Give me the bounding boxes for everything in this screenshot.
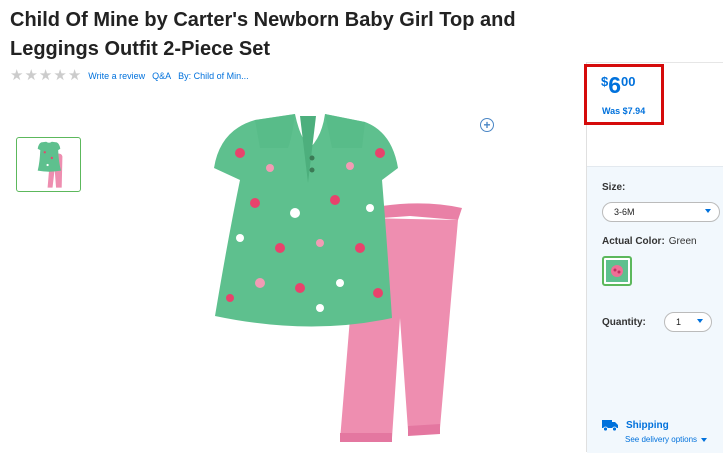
- size-label: Size:: [602, 182, 626, 193]
- product-thumbnail[interactable]: [16, 137, 81, 192]
- brand-byline: By: Child of Min...: [178, 71, 249, 81]
- chevron-down-icon: [697, 319, 703, 323]
- color-swatch-green[interactable]: [602, 256, 632, 286]
- color-label: Actual Color:: [602, 236, 665, 247]
- quantity-select-value: 1: [676, 317, 682, 327]
- was-price: Was $7.94: [602, 106, 646, 116]
- star-icon: ★: [24, 67, 38, 84]
- top-illustration: [214, 114, 398, 327]
- star-icon: ★: [10, 67, 24, 84]
- qa-link[interactable]: Q&A: [152, 71, 171, 81]
- currency-symbol: $: [601, 74, 609, 89]
- current-price: $ 6 00: [601, 72, 636, 98]
- delivery-options-text: See delivery options: [625, 435, 698, 444]
- product-meta-row: ★ ★ ★ ★ ★ Write a review Q&A By: Child o…: [10, 67, 249, 84]
- quantity-label: Quantity:: [602, 317, 646, 328]
- product-title: Child Of Mine by Carter's Newborn Baby G…: [10, 9, 516, 60]
- quantity-select[interactable]: 1: [664, 312, 712, 332]
- star-icon: ★: [38, 67, 53, 84]
- color-value: Green: [668, 236, 697, 247]
- star-icon: ★: [67, 67, 82, 84]
- delivery-options-link[interactable]: See delivery options: [625, 435, 708, 444]
- shipping-label: Shipping: [626, 420, 669, 431]
- size-select-value: 3-6M: [614, 207, 635, 217]
- star-rating[interactable]: ★ ★ ★ ★ ★: [10, 67, 82, 84]
- chevron-down-icon: [701, 437, 708, 442]
- color-label-row: Actual Color: Green: [602, 236, 697, 247]
- price-dollars: 6: [608, 72, 622, 98]
- truck-icon: [602, 420, 618, 431]
- price-cents: 00: [621, 74, 636, 89]
- thumbnail-image: [37, 141, 62, 188]
- shipping-row: Shipping: [602, 420, 669, 431]
- zoom-in-plus-icon[interactable]: +: [480, 118, 494, 132]
- brand-link[interactable]: By: Child of Min...: [178, 71, 249, 81]
- write-review-link[interactable]: Write a review: [88, 71, 145, 81]
- star-icon: ★: [53, 67, 67, 84]
- size-select[interactable]: 3-6M: [602, 202, 720, 222]
- chevron-down-icon: [705, 209, 711, 213]
- product-main-image: [214, 114, 462, 442]
- swatch-image: [606, 260, 628, 282]
